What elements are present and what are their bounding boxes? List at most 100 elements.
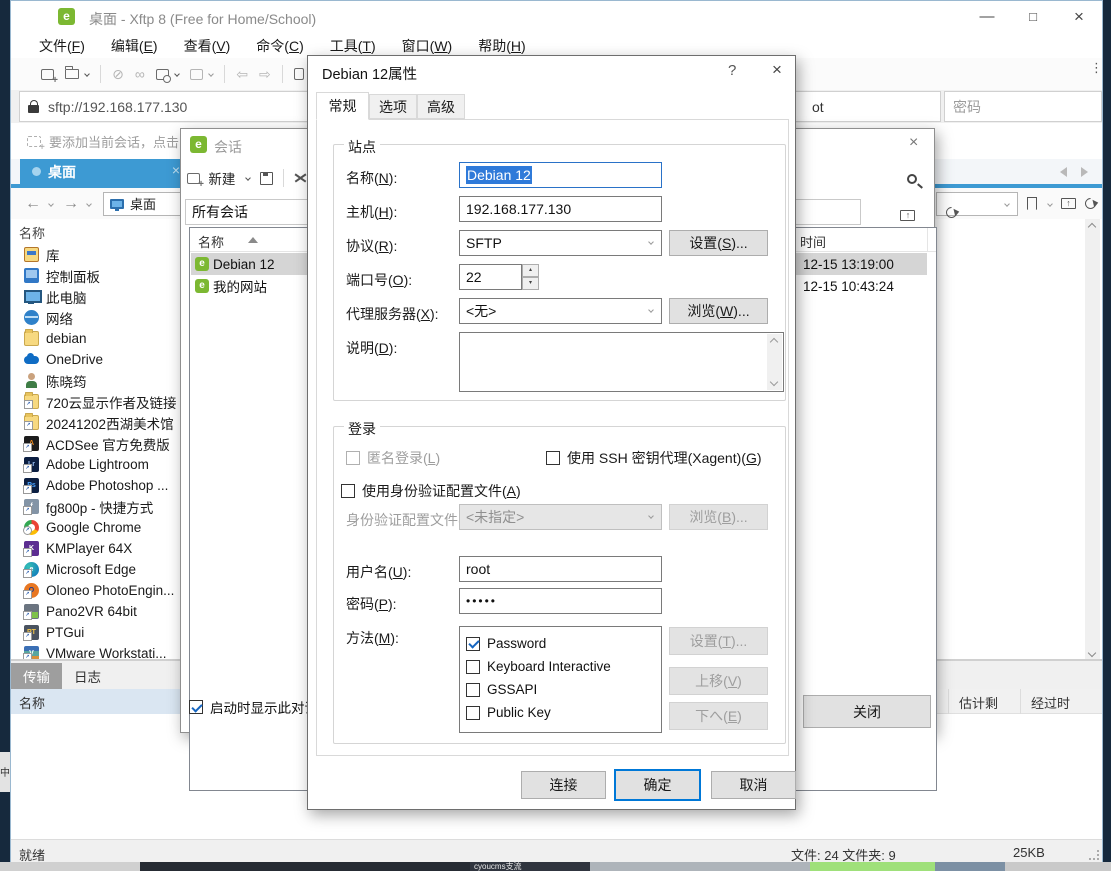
new-session-icon[interactable] (41, 69, 54, 80)
disconnect-icon[interactable]: ⊘ (112, 66, 124, 83)
menu-item-2[interactable]: 查看(V) (184, 36, 231, 56)
host-input[interactable]: 192.168.177.130 (459, 196, 662, 222)
ssh-agent-checkbox[interactable] (546, 451, 560, 465)
anonymous-checkbox[interactable] (346, 451, 360, 465)
textarea-scrollbar[interactable] (767, 334, 782, 390)
remote-scrollbar[interactable] (1085, 219, 1100, 661)
menu-item-5[interactable]: 窗口(W) (402, 36, 453, 56)
bookmark-icon[interactable] (1027, 197, 1037, 210)
new-session-button[interactable]: 新建 (187, 168, 250, 188)
close-session-dialog-button[interactable]: 关闭 (803, 695, 931, 728)
session-dialog-close-icon[interactable]: × (909, 134, 918, 152)
session-time: 12-15 13:19:00 (803, 257, 894, 272)
tab-scroll-right-icon[interactable] (1081, 167, 1088, 177)
auth-profile-option[interactable]: 使用身份验证配置文件(A) (341, 481, 521, 501)
ok-button[interactable]: 确定 (614, 769, 701, 801)
session-icon: e (195, 279, 209, 293)
quick-password-field[interactable]: 密码 (944, 91, 1102, 122)
tab-transfer[interactable]: 传输 (11, 663, 62, 689)
username-input[interactable]: root (459, 556, 662, 582)
refresh-icon[interactable] (1083, 196, 1099, 212)
tab-close-icon[interactable]: × (172, 162, 180, 178)
open-folder-icon[interactable] (65, 66, 89, 83)
desktop-sliver: cyoucms支流 (0, 862, 1111, 871)
connect-link-icon[interactable]: ∞ (135, 66, 145, 82)
session-status-dot (32, 167, 41, 176)
tab-options[interactable]: 选项 (369, 94, 417, 119)
properties-titlebar[interactable]: Debian 12属性 ? × (308, 56, 795, 86)
method-checkbox[interactable] (466, 637, 480, 651)
title-bar[interactable]: e 桌面 - Xftp 8 (Free for Home/School) — □… (11, 1, 1102, 33)
toolbar-overflow-icon[interactable]: ⋮ (1090, 65, 1094, 70)
cut-icon[interactable] (294, 172, 307, 185)
tab-general[interactable]: 常规 (316, 92, 369, 120)
method-checkbox[interactable] (466, 706, 480, 720)
proxy-combo[interactable]: <无> (459, 298, 662, 324)
startup-checkbox[interactable] (189, 700, 203, 714)
scroll-up-icon[interactable] (1088, 223, 1096, 231)
save-icon[interactable] (260, 172, 273, 185)
method-checkbox[interactable] (466, 683, 480, 697)
i-pc-icon (24, 289, 39, 304)
tab-advanced[interactable]: 高级 (417, 94, 465, 119)
menu-item-1[interactable]: 编辑(E) (111, 36, 158, 56)
method-list[interactable]: Password Keyboard InteractiveGSSAPI Public… (459, 626, 662, 733)
search-icon[interactable] (907, 174, 917, 184)
run-icon[interactable] (190, 66, 213, 83)
session-properties-icon[interactable] (156, 66, 179, 83)
auth-profile-checkbox[interactable] (341, 484, 355, 498)
port-spin-down[interactable]: ▾ (522, 277, 539, 290)
bookmark-dropdown-icon[interactable] (1047, 201, 1053, 207)
nav-back-icon[interactable]: ← (25, 195, 41, 213)
minimize-button[interactable]: — (964, 1, 1010, 33)
tab-scroll-left-icon[interactable] (1060, 167, 1067, 177)
scroll-down-icon[interactable] (1088, 649, 1096, 657)
back-icon[interactable]: ⇦ (236, 66, 248, 83)
ssh-agent-option[interactable]: 使用 SSH 密钥代理(Xagent)(G) (546, 448, 762, 468)
tree-item-label: 陈晓筠 (46, 371, 87, 391)
tab-log[interactable]: 日志 (62, 663, 113, 689)
menu-item-4[interactable]: 工具(T) (330, 36, 376, 56)
tree-item-label: PTGui (46, 625, 84, 640)
folder-up-icon[interactable]: ↑ (1061, 198, 1076, 209)
forward-icon[interactable]: ⇨ (259, 66, 271, 83)
method-label: Public Key (487, 705, 551, 720)
tree-item-label: 720云显示作者及链接 (46, 392, 177, 412)
quick-user-field[interactable]: ot (771, 91, 941, 122)
menu-item-3[interactable]: 命令(C) (256, 36, 303, 56)
method-label: Password (487, 636, 546, 651)
tree-item-label: 此电脑 (46, 287, 87, 307)
session-folder-up-icon[interactable]: ↑ (900, 210, 915, 221)
name-label: 名称(N): (346, 168, 397, 188)
help-icon[interactable]: ? (728, 62, 736, 79)
transfer-header-col[interactable]: 估计剩余... (948, 689, 1020, 714)
protocol-combo[interactable]: SFTP (459, 230, 662, 256)
password-input[interactable]: ••••• (459, 588, 662, 614)
protocol-settings-button[interactable]: 设置(S)... (669, 230, 768, 256)
add-session-icon[interactable] (27, 136, 41, 147)
method-row[interactable]: GSSAPI (466, 678, 661, 701)
transfer-header-col[interactable]: 经过时间 (1020, 689, 1090, 714)
maximize-button[interactable]: □ (1010, 1, 1056, 33)
resize-grip[interactable] (1089, 850, 1099, 860)
name-input[interactable]: Debian 12 (459, 162, 662, 188)
protocol-label: 协议(R): (346, 236, 397, 256)
description-textarea[interactable] (459, 332, 784, 392)
connect-button[interactable]: 连接 (521, 771, 606, 799)
side-dock-tab[interactable]: 中 (0, 752, 10, 792)
nav-forward-icon[interactable]: → (63, 195, 79, 213)
method-checkbox[interactable] (466, 660, 480, 674)
port-input[interactable]: 22 (459, 264, 522, 290)
proxy-browse-button[interactable]: 浏览(W)... (669, 298, 768, 324)
method-row[interactable]: Public Key (466, 701, 661, 724)
close-button[interactable]: × (1056, 1, 1102, 33)
copy-icon[interactable] (294, 68, 304, 80)
method-row[interactable]: Keyboard Interactive (466, 655, 661, 678)
method-row[interactable]: Password (466, 632, 661, 655)
tree-item-label: KMPlayer 64X (46, 541, 132, 556)
cancel-button[interactable]: 取消 (711, 771, 796, 799)
properties-close-icon[interactable]: × (772, 60, 782, 80)
menu-item-0[interactable]: 文件(F) (39, 36, 85, 56)
port-spin-up[interactable]: ▴ (522, 264, 539, 277)
menu-item-6[interactable]: 帮助(H) (478, 36, 525, 56)
